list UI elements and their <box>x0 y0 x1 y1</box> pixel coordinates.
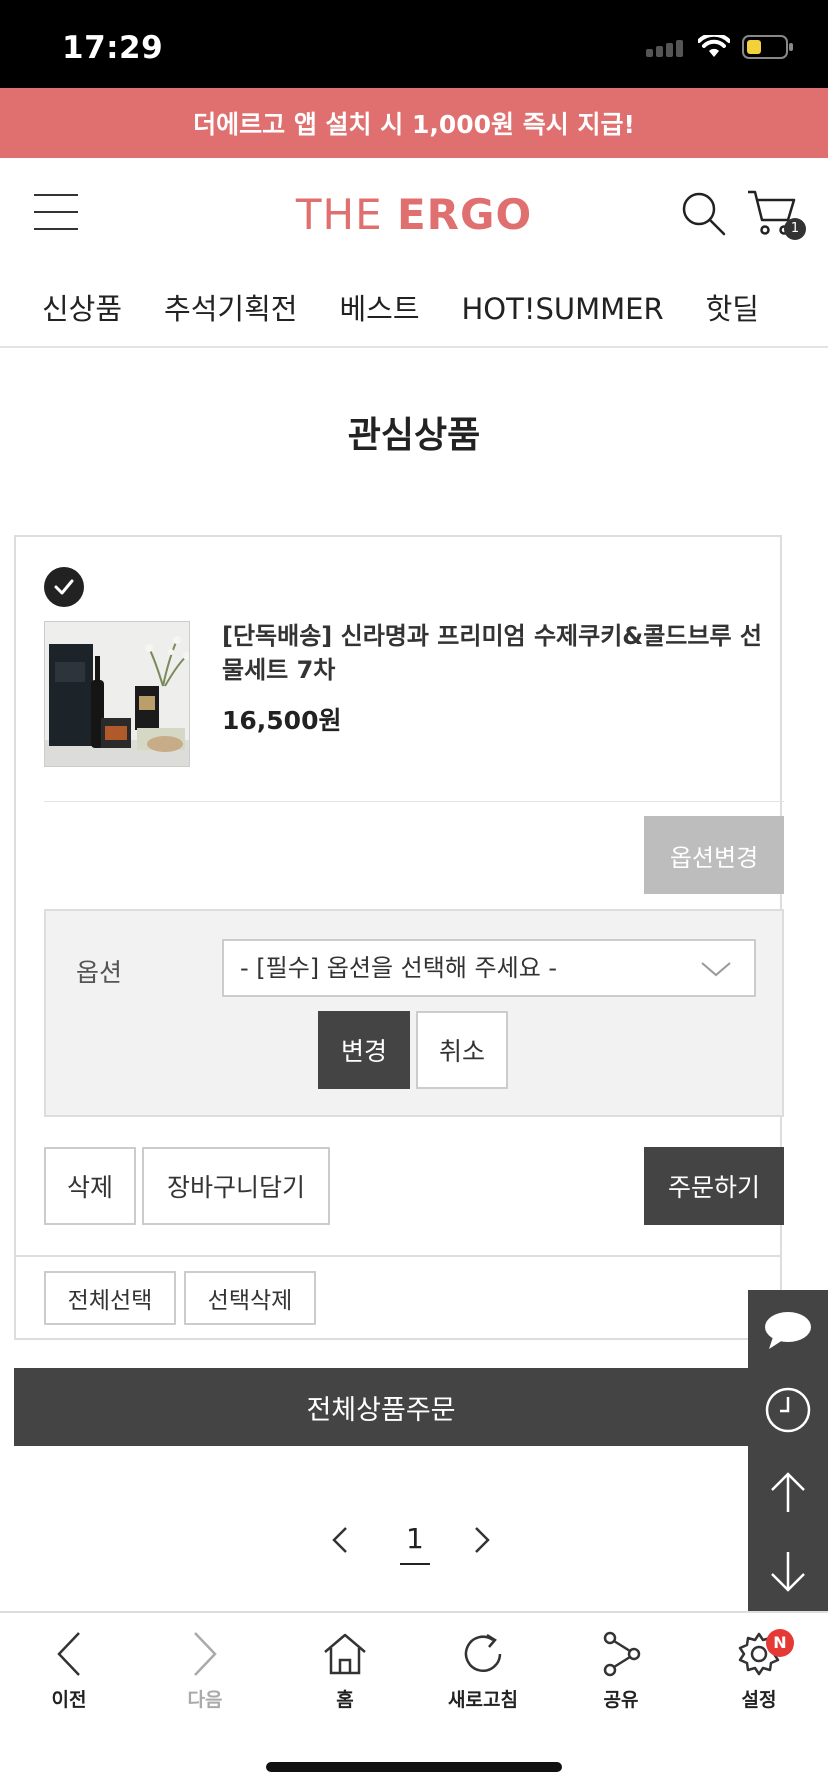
status-icons <box>646 34 794 60</box>
add-to-cart-button[interactable]: 장바구니담기 <box>142 1147 330 1225</box>
new-badge: N <box>766 1629 794 1657</box>
option-select-value: - [필수] 옵션을 선택해 주세요 - <box>240 954 558 982</box>
home-icon <box>324 1633 366 1675</box>
share-icon <box>603 1631 641 1677</box>
cart-button[interactable]: 1 <box>746 188 806 240</box>
promo-banner[interactable]: 더에르고 앱 설치 시 1,000원 즉시 지급! <box>0 88 828 158</box>
bottom-nav-home[interactable]: 홈 <box>290 1629 400 1712</box>
chat-button[interactable] <box>748 1290 828 1370</box>
search-icon <box>682 192 726 236</box>
product-image <box>45 622 189 766</box>
bottom-nav-share-label: 공유 <box>603 1689 639 1711</box>
site-header: THE ERGO 1 <box>0 158 828 274</box>
page-title: 관심상품 <box>347 415 481 456</box>
option-apply-button[interactable]: 변경 <box>318 1011 410 1089</box>
floating-quick-bar <box>748 1290 828 1612</box>
nav-item-hot-deal[interactable]: 핫딜 <box>706 274 759 328</box>
product-price: 16,500원 <box>222 706 342 735</box>
chat-bubble-icon <box>765 1312 811 1349</box>
product-name[interactable]: [단독배송] 신라명과 프리미엄 수제쿠키&콜드브루 선물세트 7차 <box>222 619 770 687</box>
order-button[interactable]: 주문하기 <box>644 1147 784 1225</box>
arrow-up-icon <box>771 1472 805 1512</box>
scroll-bottom-button[interactable] <box>748 1532 828 1612</box>
bottom-nav-forward[interactable]: 다음 <box>150 1629 260 1712</box>
page-number-current[interactable]: 1 <box>400 1522 430 1565</box>
logo-text-the: THE <box>295 190 397 239</box>
option-change-button[interactable]: 옵션변경 <box>644 816 784 894</box>
option-label: 옵션 <box>76 958 123 987</box>
cellular-signal-icon <box>646 40 683 57</box>
bottom-nav-back[interactable]: 이전 <box>14 1629 124 1712</box>
nav-item-best[interactable]: 베스트 <box>339 274 419 328</box>
nav-item-hot-summer[interactable]: HOT!SUMMER <box>462 280 664 326</box>
category-nav: 신상품 추석기획전 베스트 HOT!SUMMER 핫딜 <box>0 274 828 348</box>
option-select[interactable]: - [필수] 옵션을 선택해 주세요 - <box>222 939 756 997</box>
option-panel: 옵션 - [필수] 옵션을 선택해 주세요 - 변경 취소 <box>44 909 784 1117</box>
bottom-nav-back-label: 이전 <box>51 1689 87 1711</box>
refresh-icon <box>464 1633 502 1672</box>
wifi-icon <box>698 35 730 57</box>
divider <box>44 801 784 802</box>
chevron-left-icon <box>57 1632 80 1676</box>
divider <box>16 1255 780 1257</box>
delete-selected-button[interactable]: 선택삭제 <box>184 1271 316 1325</box>
option-cancel-button[interactable]: 취소 <box>416 1011 508 1089</box>
pagination: 1 <box>320 1514 500 1574</box>
scroll-top-button[interactable] <box>748 1452 828 1532</box>
chevron-down-icon <box>701 962 731 977</box>
order-all-button[interactable]: 전체상품주문 <box>14 1368 748 1446</box>
bottom-nav-home-label: 홈 <box>336 1689 354 1711</box>
bottom-nav-settings-label: 설정 <box>741 1689 777 1711</box>
promo-text: 더에르고 앱 설치 시 1,000원 즉시 지급! <box>193 110 635 139</box>
chevron-right-icon <box>194 1632 217 1676</box>
bottom-nav-refresh[interactable]: 새로고침 <box>428 1629 538 1712</box>
status-bar: 17:29 <box>0 0 828 88</box>
arrow-down-icon <box>771 1552 805 1592</box>
bottom-nav-settings[interactable]: N 설정 <box>704 1629 814 1712</box>
checkmark-icon <box>54 579 74 595</box>
cart-count-badge: 1 <box>784 218 806 240</box>
battery-icon <box>742 35 793 59</box>
nav-item-new[interactable]: 신상품 <box>42 274 122 328</box>
bottom-nav-forward-label: 다음 <box>187 1689 223 1711</box>
wishlist-item-card: [단독배송] 신라명과 프리미엄 수제쿠키&콜드브루 선물세트 7차 16,50… <box>14 535 784 1340</box>
recent-view-button[interactable] <box>748 1370 828 1450</box>
nav-item-chuseok[interactable]: 추석기획전 <box>164 274 297 328</box>
home-indicator <box>266 1762 562 1772</box>
bottom-nav-refresh-label: 새로고침 <box>448 1689 518 1711</box>
bottom-nav-share[interactable]: 공유 <box>566 1629 676 1712</box>
clock-icon <box>765 1387 811 1433</box>
status-time: 17:29 <box>62 30 164 66</box>
chevron-right-icon[interactable] <box>472 1524 492 1556</box>
search-button[interactable] <box>680 190 726 236</box>
logo-text-ergo: ERGO <box>396 190 533 239</box>
item-checkbox[interactable] <box>44 567 84 607</box>
delete-button[interactable]: 삭제 <box>44 1147 136 1225</box>
chevron-left-icon[interactable] <box>330 1524 350 1556</box>
select-all-button[interactable]: 전체선택 <box>44 1271 176 1325</box>
product-thumbnail[interactable] <box>44 621 190 767</box>
